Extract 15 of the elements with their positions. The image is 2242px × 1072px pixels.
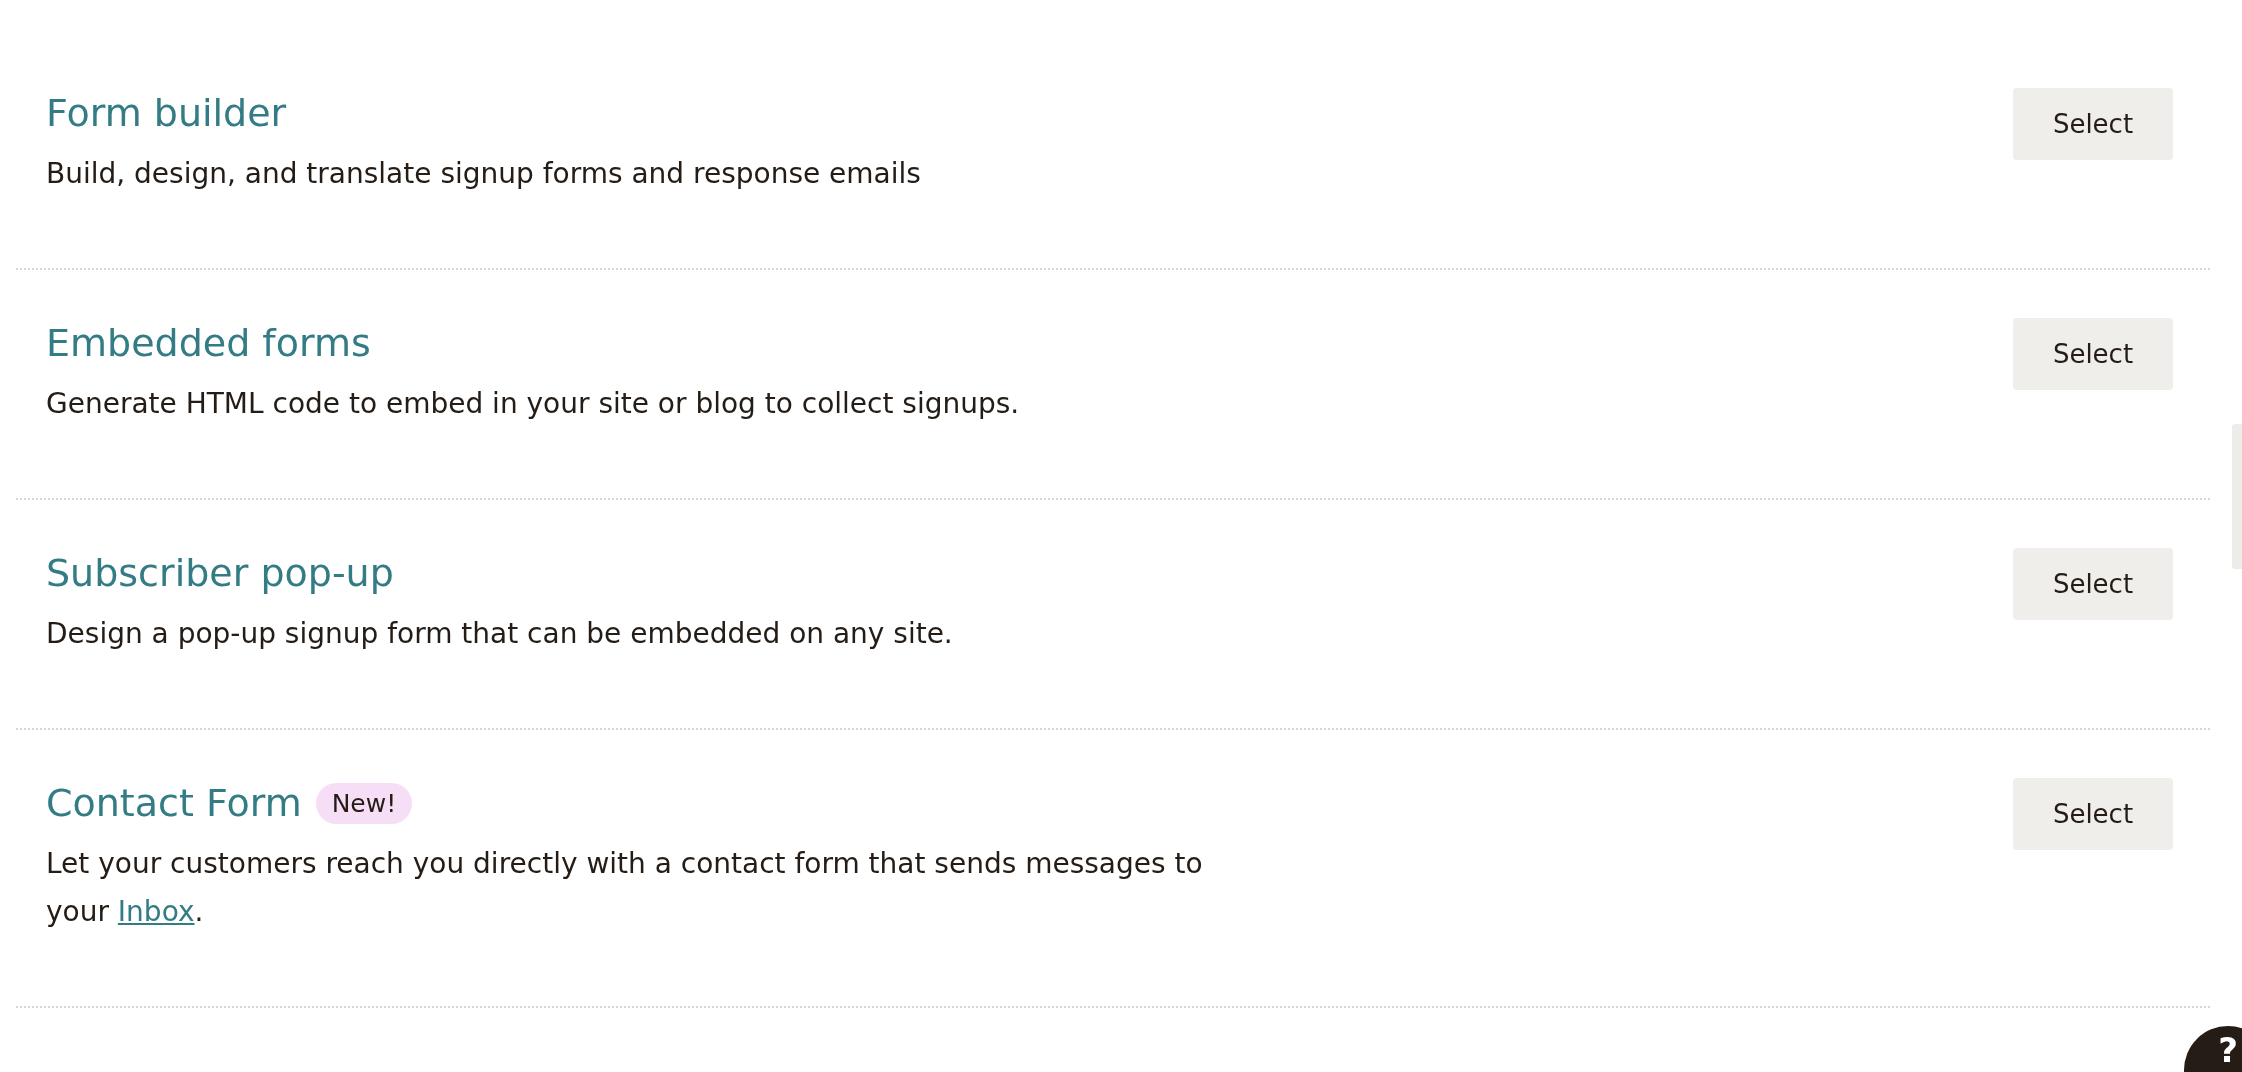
option-title: Contact Form xyxy=(46,781,302,825)
select-button[interactable]: Select xyxy=(2013,548,2173,620)
option-title: Subscriber pop-up xyxy=(46,551,394,595)
help-button[interactable]: ? xyxy=(2184,1026,2242,1072)
option-title: Form builder xyxy=(46,91,287,135)
select-button[interactable]: Select xyxy=(2013,778,2173,850)
option-title: Embedded forms xyxy=(46,321,371,365)
option-description: Generate HTML code to embed in your site or blog to collect signups. xyxy=(46,386,1020,422)
select-button[interactable]: Select xyxy=(2013,318,2173,390)
select-button[interactable]: Select xyxy=(2013,88,2173,160)
new-badge: New! xyxy=(315,782,413,824)
option-description: Build, design, and translate signup forms and response emails xyxy=(46,156,921,192)
option-description: Design a pop-up signup form that can be embedded on any site. xyxy=(46,616,953,652)
option-description: Let your customers reach you directly with a contact form that sends messages to your Inbox. xyxy=(46,846,1204,930)
inbox-link[interactable]: Inbox xyxy=(117,895,195,928)
